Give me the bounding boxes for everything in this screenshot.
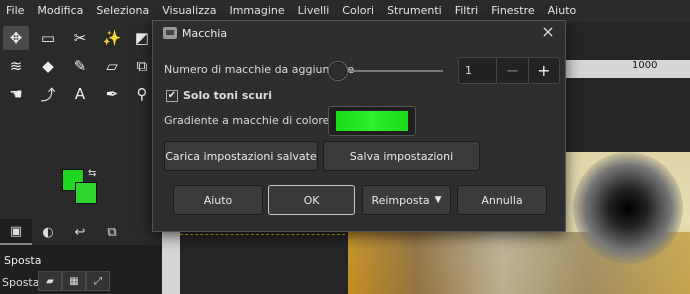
image-blot <box>573 152 683 264</box>
decrement-button[interactable]: − <box>496 58 527 83</box>
reset-label: Reimposta <box>371 193 430 207</box>
check-icon: ✔ <box>167 90 177 101</box>
tool-options-icon[interactable]: ▣ <box>0 219 32 245</box>
menu-item[interactable]: File <box>0 0 31 22</box>
menu-item[interactable]: Modifica <box>31 0 90 22</box>
menu-item[interactable]: Livelli <box>292 0 337 22</box>
color-picker-icon[interactable]: ✒ <box>99 82 125 106</box>
move-selection-button[interactable]: ▦ <box>62 271 86 291</box>
chevron-down-icon: ▼ <box>434 195 442 205</box>
path-icon[interactable]: ⤴ <box>35 82 61 106</box>
scissors-select-icon[interactable]: ✂ <box>67 26 93 50</box>
gradient-swatch <box>336 111 408 131</box>
canvas-boundary <box>180 234 345 294</box>
increment-button[interactable]: + <box>527 58 559 83</box>
count-slider-handle[interactable] <box>329 62 347 80</box>
menu-item[interactable]: Aiuto <box>542 0 584 22</box>
menu-item[interactable]: Finestre <box>485 0 541 22</box>
undo-history-icon[interactable]: ↩ <box>64 219 96 245</box>
images-icon[interactable]: ⧉ <box>96 219 128 245</box>
text-icon[interactable]: A <box>67 82 93 106</box>
gradient-button[interactable] <box>328 106 416 136</box>
fuzzy-select-icon[interactable]: ✨ <box>99 26 125 50</box>
menu-item[interactable]: Filtri <box>449 0 486 22</box>
rect-select-icon[interactable]: ▭ <box>35 26 61 50</box>
vertical-ruler <box>162 232 180 294</box>
menu-item[interactable]: Visualizza <box>156 0 223 22</box>
spots-dialog: Macchia × Numero di macchie da aggiunger… <box>152 20 566 232</box>
count-label: Numero di macchie da aggiungere <box>164 63 355 76</box>
dark-only-label: Solo toni scuri <box>183 89 272 102</box>
count-spinbox[interactable]: 1 − + <box>458 57 560 84</box>
eraser-icon[interactable]: ▱ <box>99 54 125 78</box>
smudge-icon[interactable]: ☚ <box>3 82 29 106</box>
gradient-label: Gradiente a macchie di colore <box>164 114 330 127</box>
dock-tabs: ▣ ◐ ↩ ⧉ <box>0 219 162 245</box>
move-icon[interactable]: ✥ <box>3 26 29 50</box>
ruler-label: 1000 <box>632 60 658 71</box>
menubar: File Modifica Seleziona Visualizza Immagine L… <box>0 0 690 22</box>
save-settings-button[interactable]: Salva impostazioni <box>323 141 480 171</box>
dark-only-checkbox[interactable]: ✔ <box>166 90 178 102</box>
cancel-button[interactable]: Annulla <box>457 185 547 215</box>
move-path-button[interactable]: ⤢ <box>86 271 110 291</box>
swap-colors-icon[interactable]: ⇆ <box>88 168 96 179</box>
path-icon: ⤢ <box>94 275 102 287</box>
gimp-icon <box>163 27 177 39</box>
tool-options-panel: Sposta Sposta: ▰ ▦ ⤢ <box>0 245 162 294</box>
menu-item[interactable]: Seleziona <box>90 0 156 22</box>
menu-item[interactable]: Colori <box>336 0 381 22</box>
background-color-swatch[interactable] <box>75 182 97 204</box>
horizontal-ruler <box>565 60 690 78</box>
count-value[interactable]: 1 <box>459 58 496 83</box>
close-icon[interactable]: × <box>540 24 556 40</box>
warp-icon[interactable]: ≋ <box>3 54 29 78</box>
move-layer-button[interactable]: ▰ <box>38 271 62 291</box>
layer-icon: ▰ <box>46 275 54 287</box>
selection-icon: ▦ <box>69 275 79 287</box>
menu-item[interactable]: Immagine <box>223 0 291 22</box>
bucket-fill-icon[interactable]: ◆ <box>35 54 61 78</box>
dialog-titlebar: Macchia × <box>153 21 565 45</box>
load-settings-button[interactable]: Carica impostazioni salvate <box>164 141 318 171</box>
count-slider-track[interactable] <box>339 70 443 72</box>
dialog-title: Macchia <box>182 26 228 40</box>
menu-item[interactable]: Strumenti <box>381 0 449 22</box>
paintbrush-icon[interactable]: ✎ <box>67 54 93 78</box>
help-button[interactable]: Aiuto <box>173 185 263 215</box>
ok-button[interactable]: OK <box>268 185 355 215</box>
device-status-icon[interactable]: ◐ <box>32 219 64 245</box>
reset-button[interactable]: Reimposta ▼ <box>362 185 451 215</box>
move-mode-label: Sposta: <box>2 276 44 289</box>
panel-title: Sposta <box>4 254 42 267</box>
